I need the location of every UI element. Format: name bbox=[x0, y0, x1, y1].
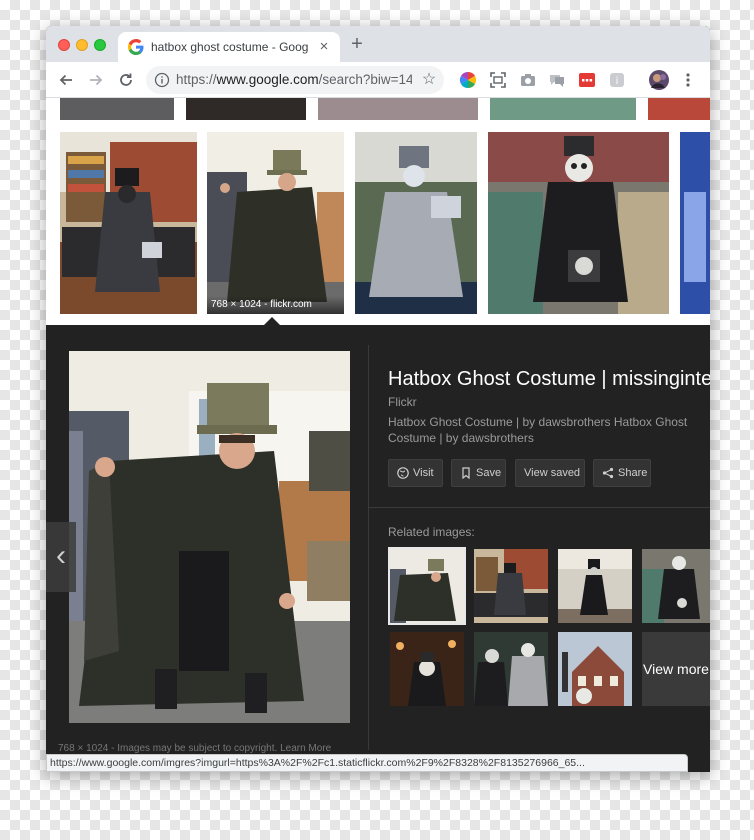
related-images-label: Related images: bbox=[388, 525, 475, 539]
save-button[interactable]: Save bbox=[451, 459, 506, 487]
tab-bar: hatbox ghost costume - Google Search × + bbox=[46, 26, 710, 62]
result-image[interactable] bbox=[490, 98, 636, 120]
camera-extension-icon[interactable] bbox=[519, 71, 537, 89]
reload-icon[interactable] bbox=[116, 70, 136, 90]
svg-text:i: i bbox=[616, 76, 619, 87]
related-image[interactable] bbox=[642, 549, 710, 623]
result-image[interactable] bbox=[60, 132, 197, 314]
share-icon bbox=[602, 467, 614, 479]
result-image[interactable] bbox=[355, 132, 477, 314]
related-image[interactable] bbox=[390, 632, 464, 706]
tab-google-search[interactable]: hatbox ghost costume - Google Search × bbox=[118, 32, 340, 62]
image-preview-panel: ‹ Hatbox Ghost Costume | missingintel Fl… bbox=[46, 317, 710, 772]
related-image[interactable] bbox=[474, 632, 548, 706]
preview-title[interactable]: Hatbox Ghost Costume | missingintel bbox=[388, 368, 710, 394]
zoom-window-button[interactable] bbox=[94, 39, 106, 51]
view-saved-button[interactable]: View saved bbox=[515, 459, 585, 487]
related-image-selected[interactable] bbox=[390, 549, 464, 623]
tab-title: hatbox ghost costume - Google Search bbox=[151, 40, 309, 54]
browser-toolbar: https://www.google.com/search?biw=1440&b… bbox=[46, 62, 710, 98]
minimize-window-button[interactable] bbox=[76, 39, 88, 51]
result-image[interactable] bbox=[60, 98, 174, 120]
result-image[interactable] bbox=[488, 132, 669, 314]
tab-close-icon[interactable]: × bbox=[316, 39, 332, 55]
panel-divider bbox=[368, 345, 369, 750]
preview-image[interactable] bbox=[69, 351, 350, 723]
globe-icon bbox=[397, 467, 409, 479]
previous-image-button[interactable]: ‹ bbox=[46, 522, 76, 592]
forward-arrow-icon[interactable] bbox=[86, 70, 106, 90]
result-image[interactable] bbox=[648, 98, 710, 120]
address-bar[interactable]: https://www.google.com/search?biw=1440&b… bbox=[146, 66, 444, 94]
result-image-selected[interactable]: 768 × 1024 - flickr.com bbox=[207, 132, 344, 314]
view-more-button[interactable]: View more bbox=[642, 632, 710, 706]
panel-caret bbox=[264, 317, 280, 325]
back-arrow-icon[interactable] bbox=[56, 70, 76, 90]
close-window-button[interactable] bbox=[58, 39, 70, 51]
text-extension-icon[interactable]: i bbox=[608, 71, 626, 89]
share-button[interactable]: Share bbox=[593, 459, 651, 487]
preview-source[interactable]: Flickr bbox=[388, 395, 588, 411]
related-image[interactable] bbox=[558, 632, 632, 706]
browser-window: hatbox ghost costume - Google Search × +… bbox=[46, 26, 710, 772]
status-bar-url: https://www.google.com/imgres?imgurl=htt… bbox=[46, 754, 688, 772]
chat-extension-icon[interactable] bbox=[548, 71, 566, 89]
screenshot-extension-icon[interactable] bbox=[489, 71, 507, 89]
new-tab-button[interactable]: + bbox=[348, 34, 366, 54]
profile-avatar[interactable] bbox=[649, 70, 669, 90]
url-text[interactable]: https://www.google.com/search?biw=1440&b… bbox=[176, 72, 412, 88]
related-image[interactable] bbox=[558, 549, 632, 623]
result-image[interactable] bbox=[318, 98, 478, 120]
site-info-icon[interactable] bbox=[154, 72, 170, 88]
color-wheel-extension-icon[interactable] bbox=[459, 71, 477, 89]
thumb-caption: 768 × 1024 - flickr.com bbox=[207, 296, 344, 314]
result-image[interactable] bbox=[680, 132, 710, 314]
preview-description: Hatbox Ghost Costume | by dawsbrothers H… bbox=[388, 415, 688, 445]
panel-separator bbox=[369, 507, 710, 508]
bookmark-star-icon[interactable]: ☆ bbox=[420, 71, 438, 89]
google-favicon-icon bbox=[128, 39, 144, 55]
search-results-page: 768 × 1024 - flickr.com ‹ Hatbox Ghost C… bbox=[46, 98, 710, 772]
result-image[interactable] bbox=[186, 98, 306, 120]
red-extension-icon[interactable] bbox=[578, 71, 596, 89]
visit-button[interactable]: Visit bbox=[388, 459, 443, 487]
bookmark-icon bbox=[460, 467, 472, 479]
more-menu-icon[interactable] bbox=[678, 70, 698, 90]
related-image[interactable] bbox=[474, 549, 548, 623]
